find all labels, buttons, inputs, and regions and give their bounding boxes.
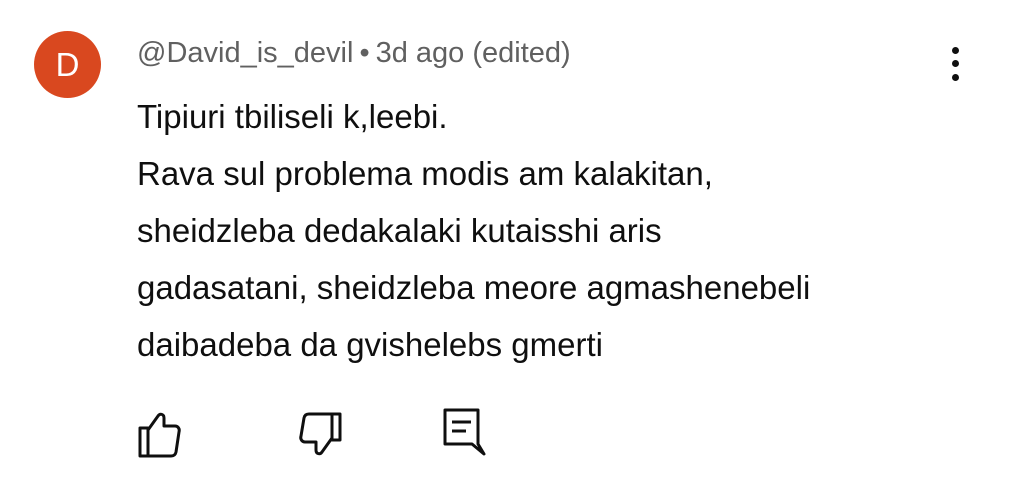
author-handle[interactable]: @David_is_devil [137,37,353,69]
edited-label: (edited) [472,37,571,69]
dislike-button[interactable] [294,404,344,460]
comment-text-line: daibadeba da gvishelebs gmerti [137,326,603,363]
comment-meta: @David_is_devil • 3d ago (edited) [137,33,571,73]
comment-text-line: Tipiuri tbiliseli k,leebi. [137,98,448,135]
meta-separator: • [359,37,370,69]
comment-text-line: gadasatani, sheidzleba meore agmashenebe… [137,269,811,306]
reply-button[interactable] [440,404,490,460]
comment-text-line: Rava sul problema modis am kalakitan, [137,155,713,192]
comment-timestamp: 3d ago [375,37,465,69]
comment-item: D @David_is_devil • 3d ago (edited) Tipiur… [0,0,1024,492]
like-button[interactable] [136,404,186,460]
reply-comment-icon [443,408,486,456]
comment-text: Tipiuri tbiliseli k,leebi. Rava sul prob… [137,88,997,373]
avatar[interactable]: D [34,31,101,98]
thumb-down-icon [299,412,342,456]
comment-text-line: sheidzleba dedakalaki kutaisshi aris [137,212,662,249]
thumb-up-icon [138,412,181,458]
more-vertical-icon[interactable] [941,44,971,84]
